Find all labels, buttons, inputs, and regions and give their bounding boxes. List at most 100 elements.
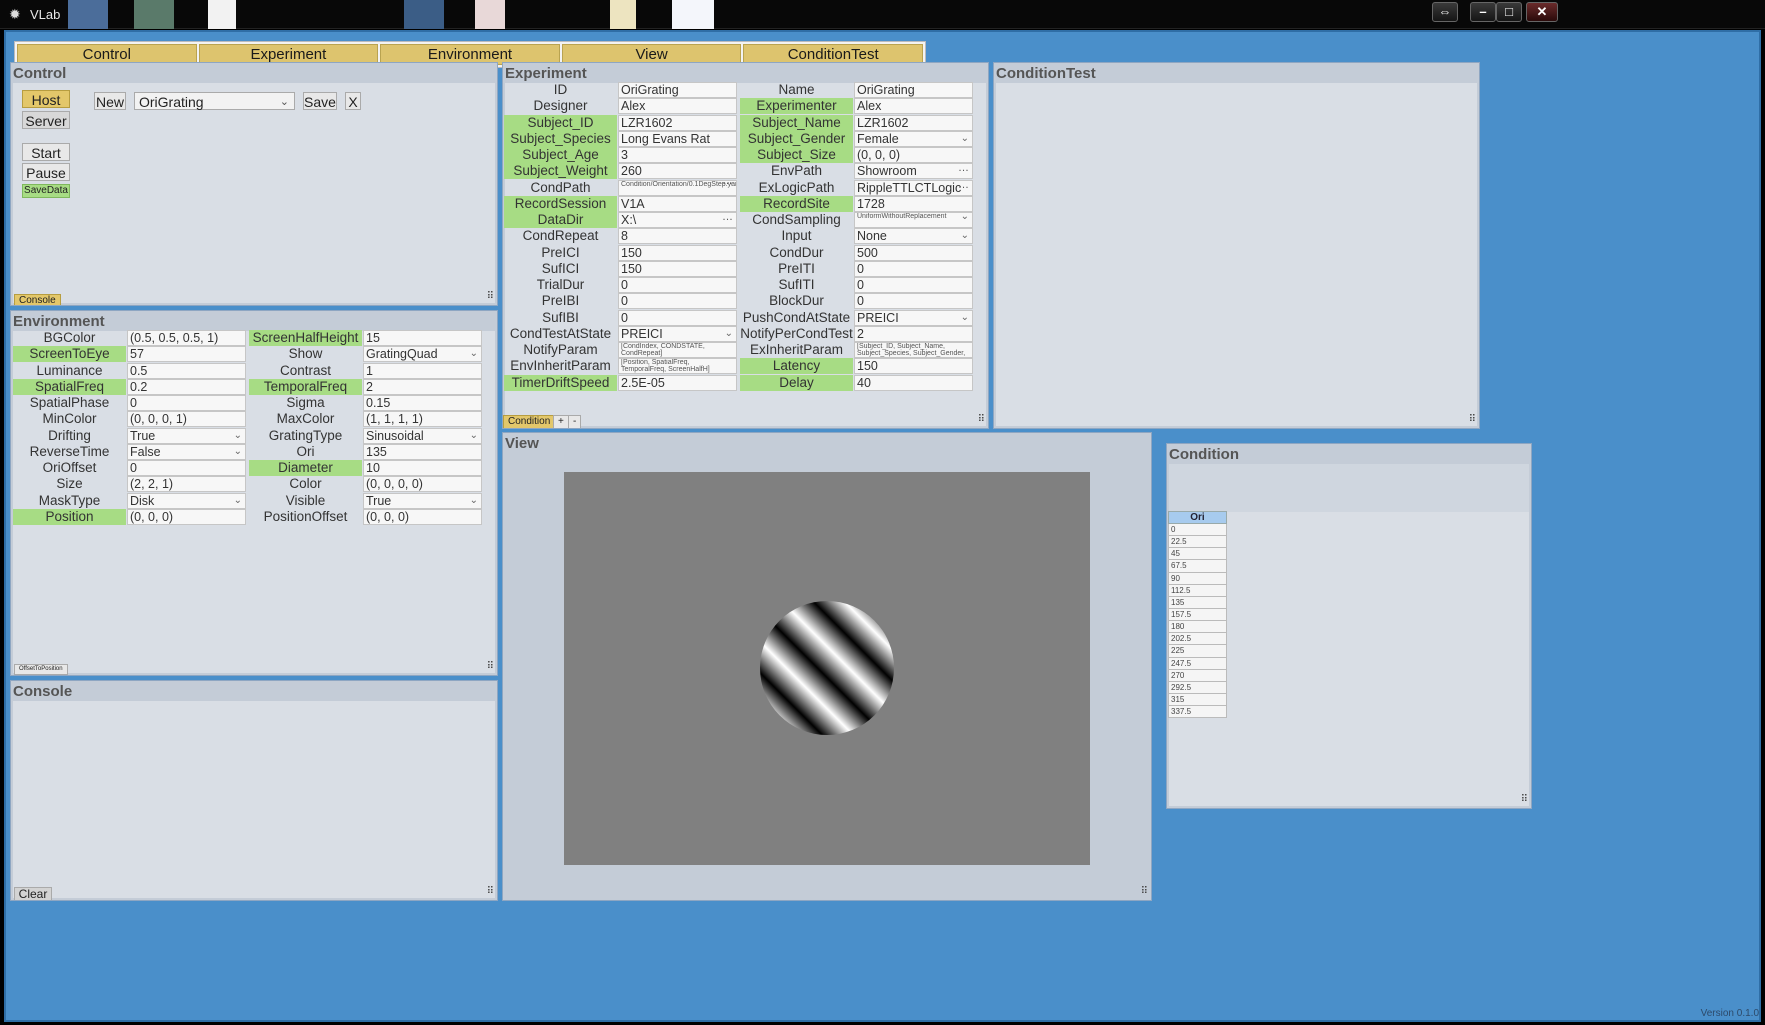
param-field[interactable]: (0, 0, 0) <box>127 508 246 525</box>
condition-cell[interactable]: 135 <box>1168 596 1227 609</box>
param-field[interactable]: 15 <box>363 330 482 346</box>
param-field[interactable]: 150 <box>854 358 973 375</box>
param-field[interactable]: 8 <box>618 228 737 245</box>
param-field[interactable]: 0 <box>127 395 246 411</box>
taskbar-thumbnail[interactable] <box>404 0 444 29</box>
param-field[interactable]: (1, 1, 1, 1) <box>363 411 482 428</box>
condition-cell[interactable]: 337.5 <box>1168 706 1227 719</box>
condition-cell[interactable]: 202.5 <box>1168 633 1227 646</box>
browse-icon[interactable]: … <box>958 164 969 175</box>
close-icon[interactable]: ✕ <box>1526 2 1558 22</box>
start-button[interactable]: Start <box>22 143 70 161</box>
condition-cell[interactable]: 22.5 <box>1168 536 1227 549</box>
param-field[interactable]: 0 <box>618 277 737 293</box>
param-dropdown[interactable]: None ⌄ <box>854 228 973 245</box>
condition-tab[interactable]: Condition <box>503 415 556 428</box>
param-field[interactable]: LZR1602 <box>854 114 973 131</box>
condition-cell[interactable]: 315 <box>1168 693 1227 707</box>
param-dropdown[interactable]: True ⌄ <box>127 427 246 444</box>
param-field[interactable]: V1A <box>618 195 737 212</box>
host-button[interactable]: Host <box>22 90 70 108</box>
experiment-select[interactable]: OriGrating ⌄ <box>134 92 295 110</box>
param-field[interactable]: 2 <box>363 378 482 395</box>
condition-cell[interactable]: 247.5 <box>1168 657 1227 670</box>
resize-grip-icon[interactable]: ⠿ <box>484 292 494 302</box>
add-tab-button[interactable]: + <box>553 415 569 428</box>
param-field[interactable]: (0, 0, 0) <box>363 508 482 525</box>
condition-cell[interactable]: 0 <box>1168 524 1227 537</box>
param-field[interactable]: [Subject_ID, Subject_Name, Subject_Speci… <box>854 342 973 358</box>
param-field[interactable]: 500 <box>854 244 973 261</box>
param-dropdown[interactable]: GratingQuad ⌄ <box>363 346 482 363</box>
condition-cell[interactable]: 225 <box>1168 645 1227 658</box>
param-field[interactable]: Alex <box>854 98 973 115</box>
resize-icon[interactable]: ⇔ <box>1432 2 1458 22</box>
param-dropdown[interactable]: False ⌄ <box>127 443 246 460</box>
taskbar-thumbnail[interactable] <box>672 0 714 29</box>
param-field[interactable]: OriGrating <box>618 82 737 98</box>
taskbar-thumbnail[interactable] <box>475 0 505 29</box>
param-field[interactable]: 0.2 <box>127 378 246 395</box>
browse-icon[interactable]: … <box>958 181 969 192</box>
pause-button[interactable]: Pause <box>22 163 70 181</box>
resize-grip-icon[interactable]: ⠿ <box>975 415 985 425</box>
param-field[interactable]: 1728 <box>854 195 973 212</box>
taskbar-thumbnail[interactable] <box>134 0 174 29</box>
param-field[interactable]: RippleTTLCTLogic… <box>854 179 973 196</box>
param-field[interactable]: (0, 0, 0, 1) <box>127 411 246 428</box>
param-field[interactable]: 0 <box>618 309 737 326</box>
taskbar-thumbnail[interactable] <box>208 0 236 29</box>
condition-cell[interactable]: 292.5 <box>1168 681 1227 694</box>
savedata-toggle[interactable]: SaveData <box>22 184 70 198</box>
condition-cell[interactable]: 180 <box>1168 621 1227 634</box>
save-button[interactable]: Save <box>303 92 337 110</box>
param-dropdown[interactable]: PREICI ⌄ <box>854 309 973 326</box>
param-field[interactable]: 0.5 <box>127 362 246 379</box>
param-field[interactable]: LZR1602 <box>618 114 737 131</box>
clear-button[interactable]: Clear <box>14 887 52 900</box>
param-field[interactable]: 260 <box>618 163 737 180</box>
condition-column-header-ori[interactable]: Ori <box>1168 511 1227 524</box>
offset-to-position-tab[interactable]: OffsetToPosition <box>14 664 68 675</box>
browse-icon[interactable]: … <box>722 181 733 187</box>
param-field[interactable]: (2, 2, 1) <box>127 476 246 493</box>
param-field[interactable]: 150 <box>618 244 737 261</box>
resize-grip-icon[interactable]: ⠿ <box>484 662 494 672</box>
param-field[interactable]: 135 <box>363 443 482 460</box>
param-field[interactable]: OriGrating <box>854 82 973 98</box>
param-field[interactable]: 0 <box>854 260 973 277</box>
condition-cell[interactable]: 90 <box>1168 572 1227 585</box>
param-dropdown[interactable]: True ⌄ <box>363 492 482 509</box>
console-tab[interactable]: Console <box>14 294 61 305</box>
new-button[interactable]: New <box>94 92 126 110</box>
param-field[interactable]: [CondIndex, CONDSTATE, CondRepeat] <box>618 342 737 358</box>
param-field[interactable]: 57 <box>127 346 246 363</box>
param-field[interactable]: Long Evans Rat <box>618 130 737 147</box>
param-dropdown[interactable]: PREICI ⌄ <box>618 325 737 342</box>
param-field[interactable]: 0 <box>127 460 246 476</box>
resize-grip-icon[interactable]: ⠿ <box>1466 415 1476 425</box>
resize-grip-icon[interactable]: ⠿ <box>1518 795 1528 805</box>
param-field[interactable]: 2 <box>854 325 973 342</box>
condition-cell[interactable]: 67.5 <box>1168 560 1227 573</box>
browse-icon[interactable]: … <box>722 213 733 224</box>
minimize-icon[interactable]: – <box>1470 2 1496 22</box>
param-field[interactable]: 2.5E-05 <box>618 374 737 391</box>
param-field[interactable]: Condition/Orientation/0.1DegStep.yaml… <box>618 179 737 196</box>
param-field[interactable]: Showroom… <box>854 163 973 180</box>
remove-tab-button[interactable]: - <box>568 415 582 428</box>
condition-cell[interactable]: 157.5 <box>1168 608 1227 622</box>
param-field[interactable]: 10 <box>363 460 482 476</box>
condition-cell[interactable]: 112.5 <box>1168 584 1227 597</box>
param-field[interactable]: X:\… <box>618 212 737 228</box>
param-dropdown[interactable]: Sinusoidal ⌄ <box>363 427 482 444</box>
condition-cell[interactable]: 270 <box>1168 669 1227 682</box>
param-field[interactable]: 0 <box>854 293 973 310</box>
taskbar-thumbnail[interactable] <box>68 0 108 29</box>
param-dropdown[interactable]: Female ⌄ <box>854 130 973 147</box>
param-field[interactable]: (0, 0, 0, 0) <box>363 476 482 493</box>
resize-grip-icon[interactable]: ⠿ <box>484 887 494 897</box>
param-field[interactable]: (0, 0, 0) <box>854 147 973 163</box>
param-field[interactable]: 3 <box>618 147 737 163</box>
param-field[interactable]: 0.15 <box>363 395 482 411</box>
